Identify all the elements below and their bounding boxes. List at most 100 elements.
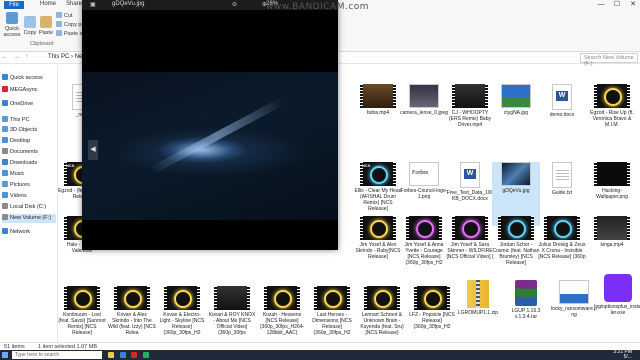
copy-icon [24,16,36,28]
file-item[interactable]: camera_lense_0.jpeg [400,84,448,148]
image-thumbnail: Forbes [409,162,439,186]
taskbar-search[interactable]: Type here to search [12,351,102,359]
file-label: Egzod - Rise Up (ft. Veronica Bravo & M.… [590,110,634,128]
tab-home[interactable]: Home [40,1,56,7]
cloud-icon [2,100,8,106]
nav-item-desktop[interactable]: Desktop [2,137,56,146]
previous-image-button[interactable]: ◀ [88,140,98,160]
file-item[interactable]: Lennart Schroot & Unknown Brain - Kuyend… [358,286,406,350]
file-label: logioptionsplus_installer.exe [594,304,640,316]
file-item[interactable]: locky_ransomware.png [550,280,598,344]
file-item[interactable]: Julius Dreisig & Zeus X Crona - Invisibl… [538,216,586,280]
file-item[interactable]: Last Heroes - Dimensions [NCS Release] (… [308,286,356,350]
nav-label: Music [10,171,25,177]
viewer-image [82,72,338,220]
file-label: CJ - WHOOPTY (ERS Remix) Baby Driver.mp4 [449,110,491,128]
file-item[interactable]: boba.mp4 [354,84,402,148]
paste-button[interactable]: Paste [38,16,54,36]
mega-icon [2,86,8,92]
nav-label: Quick access [10,75,43,81]
nav-item-documents[interactable]: Documents [2,148,56,157]
nav-item-megasync[interactable]: MEGAsync [2,86,56,95]
rar-icon [515,280,537,306]
file-label: Hacking-Wallpaper.png [596,188,628,200]
file-label: Free_Test_Data_100KB_DOCX.docx [446,190,494,202]
file-item[interactable]: Jim Yosef & Anna Yvette - Courage [NCS R… [400,216,448,280]
file-item[interactable]: Kovan & Alex Skrindo - Into The Wild (fe… [108,286,156,350]
tab-share[interactable]: Share [66,1,82,7]
up-icon[interactable]: ↑ [25,54,30,60]
file-label: Jordan Schor - Cosmic (feat. Nathan Brum… [492,242,540,266]
file-item[interactable]: ctygNA.jpg [492,84,540,148]
file-item[interactable]: logioptionsplus_installer.exe [594,274,640,338]
nav-item-new-volume-f[interactable]: New Volume (F:) [2,214,56,223]
edge-icon[interactable] [119,352,126,358]
nav-item-music[interactable]: Music [2,170,56,179]
file-label: kinga.mp4 [600,242,624,248]
nav-item-pictures[interactable]: Pictures [2,181,56,190]
nav-item-3d-objects[interactable]: 3D Objects [2,126,56,135]
video-thumbnail [594,84,630,108]
nav-item-videos[interactable]: Videos [2,192,56,201]
file-item[interactable]: Jim Yosef & Alex Skrindo - Ruby[NCS Rele… [354,216,402,280]
nav-item-this-pc[interactable]: This PC [2,116,56,125]
taskbar-clock[interactable]: 3:21 PM 5/... [613,350,632,360]
picture-icon [2,181,8,187]
document-icon [2,148,8,154]
close-button[interactable]: ✕ [626,0,640,8]
minimize-button[interactable]: — [594,1,608,8]
file-item[interactable]: LGUP 1.16.3 v.1.3.4.rar [502,280,550,344]
copy-button[interactable]: Copy [22,16,38,36]
file-item[interactable]: Kovan & ROY KNOX - About Me [NCS Officia… [208,286,256,350]
chrome-icon[interactable] [131,352,138,358]
file-item[interactable]: demo.docx [538,84,586,148]
file-item[interactable]: LGROMUP1.1.zip [454,280,502,344]
computer-icon [2,116,8,122]
star-icon [2,74,8,80]
nav-item-network[interactable]: Network [2,228,56,237]
image-thumbnail [409,84,439,108]
text-file-icon [552,162,572,188]
clipboard-group-label: Clipboard [30,41,54,47]
windows-start-icon[interactable] [2,352,8,358]
image-viewer-window[interactable]: ▣ gDQeVu.jpg ⊖ ⊕ 28% ◀ [82,0,338,250]
file-label: Kontinuum - Lost (feat. Savoi) [Sunroot … [58,312,106,336]
forward-icon[interactable]: → [14,54,22,60]
file-item[interactable]: Jordan Schor - Cosmic (feat. Nathan Brum… [492,216,540,280]
file-label: Jim Yosef & Alex Skrindo - Ruby[NCS Rele… [355,242,401,260]
file-explorer-icon[interactable] [108,352,114,358]
nav-item-local-disk-c[interactable]: Local Disk (C:) [2,203,56,212]
file-item[interactable]: LFZ - Popsicle [NCS Release] (360p_30fps… [408,286,456,350]
bandicam-watermark: www.BANDICAM.com [266,2,370,12]
tab-file[interactable]: File [4,1,24,9]
nav-label: MEGAsync [10,87,38,93]
pin-quick-access-button[interactable]: Quick access [2,12,22,38]
file-item[interactable]: Kontinuum - Lost (feat. Savoi) [Sunroot … [58,286,106,350]
file-label: locky_ransomware.png [551,306,597,318]
nav-arrows[interactable]: ← → ↑ [2,54,30,60]
maximize-button[interactable]: ☐ [610,0,624,8]
file-item[interactable]: Kozah - Heavens [NCS Release] (360p_30fp… [258,286,306,350]
nav-item-downloads[interactable]: Downloads [2,159,56,168]
file-item[interactable]: Kovan & Electro-Light - Skyline [NCS Rel… [158,286,206,350]
file-label: Julius Dreisig & Zeus X Crona - Invisibl… [538,242,586,260]
video-thumbnail [414,286,450,310]
taskbar: Type here to search 3:21 PM 5/... [0,350,640,360]
file-item[interactable]: CJ - WHOOPTY (ERS Remix) Baby Driver.mp4 [446,84,494,148]
video-thumbnail [406,216,442,240]
video-thumbnail [264,286,300,310]
back-icon[interactable]: ← [2,54,10,60]
app-icon[interactable] [143,352,150,358]
video-thumbnail [544,216,580,240]
file-label: camera_lense_0.jpeg [400,110,448,116]
search-input[interactable]: Search New Volume (F:) [580,53,638,67]
file-item[interactable]: Jim Yosef & Sara Skinner - WILDFIRE [NCS… [446,216,494,280]
zoom-out-icon[interactable]: ⊖ [232,1,237,8]
cut-button[interactable]: Cut [56,12,73,19]
file-item[interactable]: kinga.mp4 [588,216,636,280]
viewer-filename: gDQeVu.jpg [112,1,145,7]
file-item[interactable]: Egzod - Rise Up (ft. Veronica Bravo & M.… [588,84,636,148]
nav-item-quick-access[interactable]: Quick access [2,74,56,83]
nav-item-onedrive[interactable]: OneDrive [2,100,56,109]
video-thumbnail [594,162,630,186]
